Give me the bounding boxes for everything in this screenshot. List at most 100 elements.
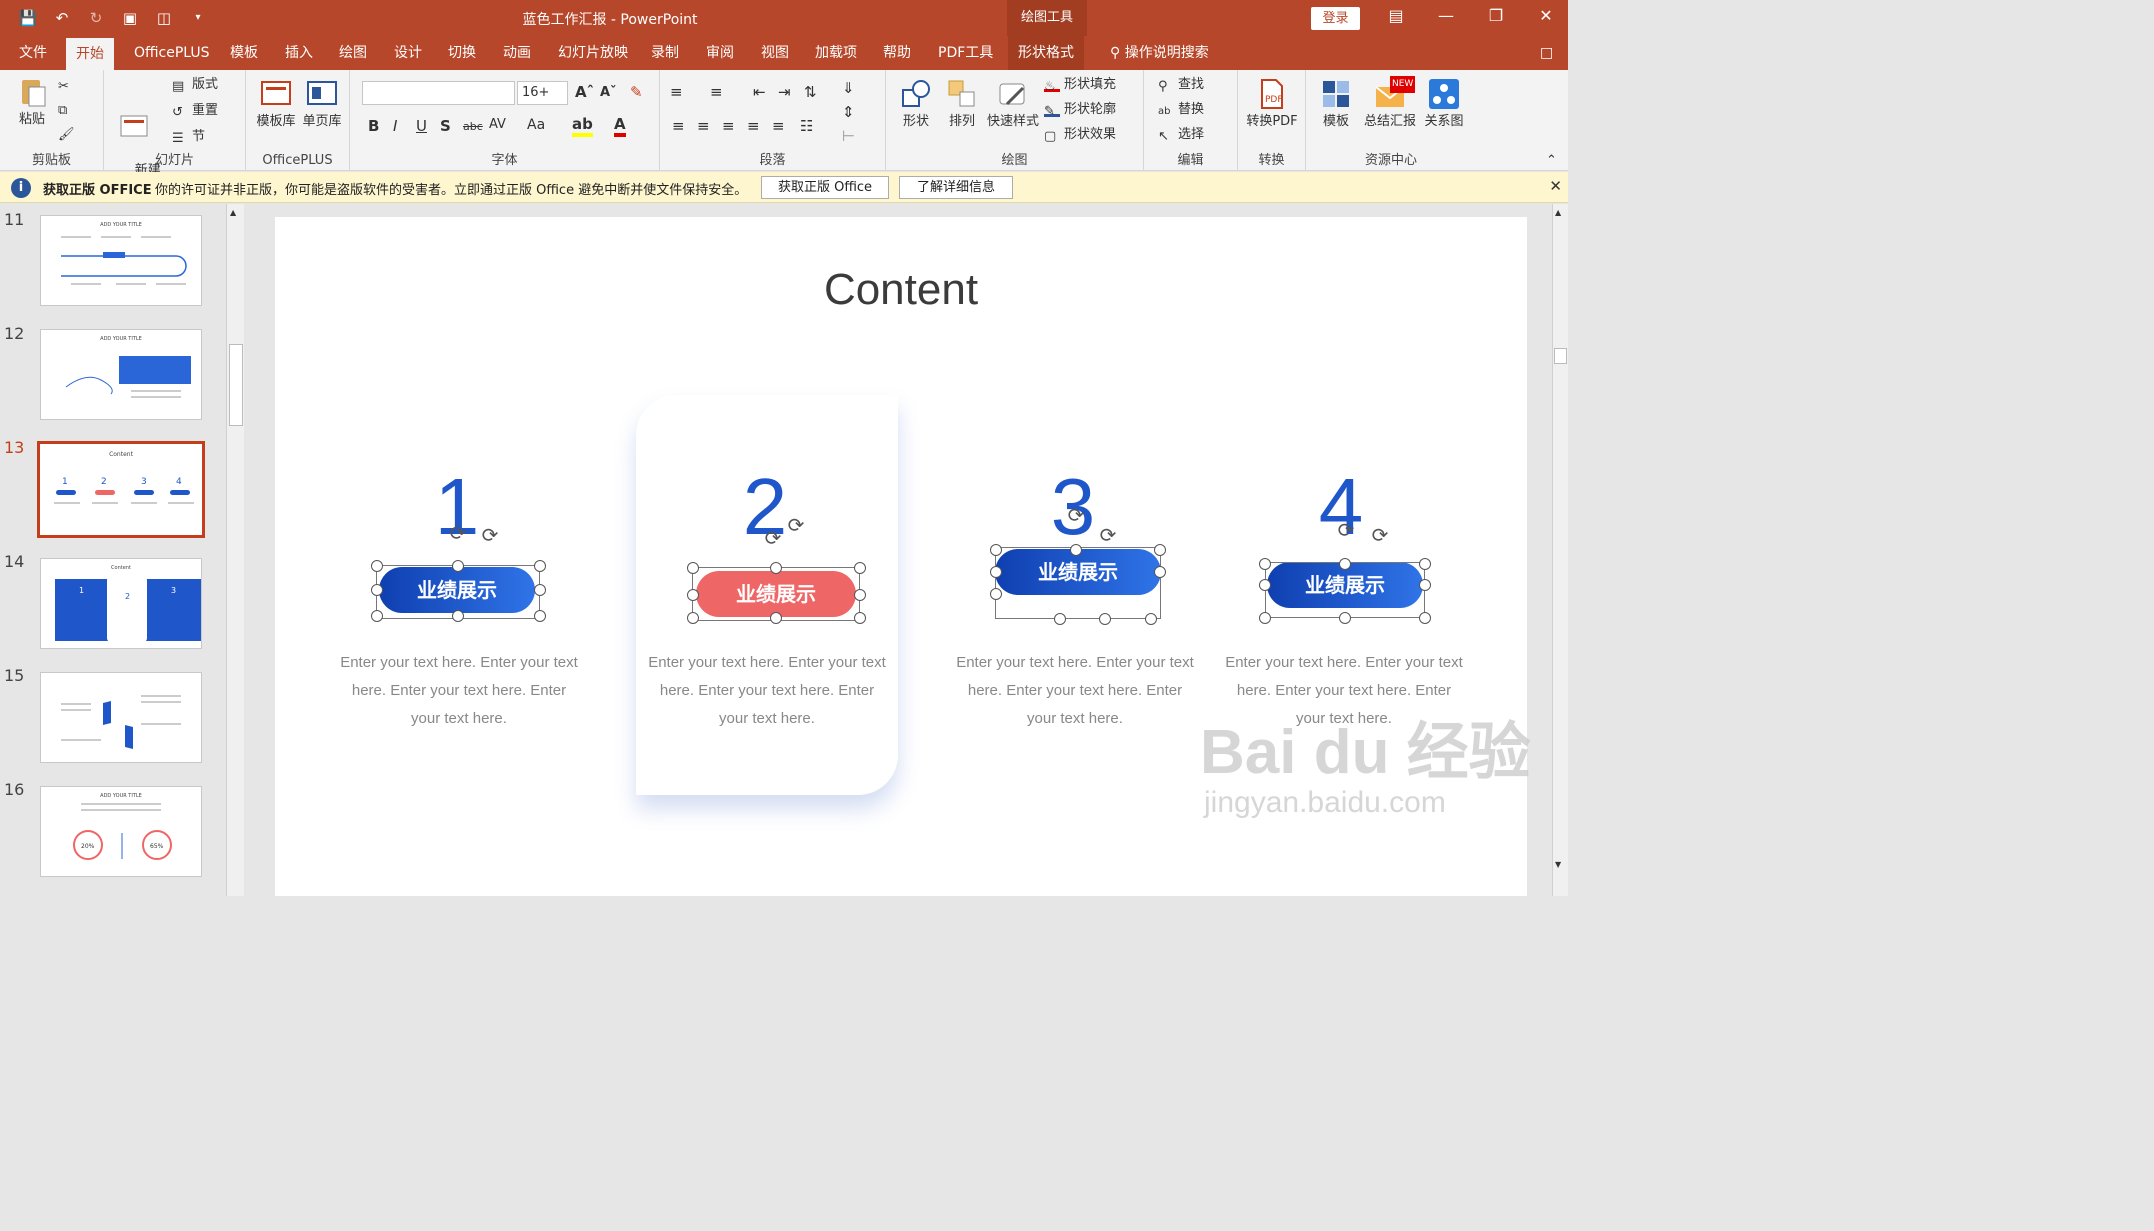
slide-scrollbar[interactable]: ▲ ▼	[1552, 204, 1568, 896]
resize-handle[interactable]	[452, 610, 464, 622]
smartart-icon[interactable]: ⊢	[842, 127, 855, 145]
tab-record[interactable]: 录制	[641, 36, 689, 70]
italic-icon[interactable]: I	[393, 117, 397, 135]
replace-button[interactable]: ab 替换	[1158, 101, 1204, 119]
arrange-button[interactable]: 排列	[940, 78, 984, 130]
text-direction-icon[interactable]: ⇓	[842, 79, 855, 97]
copy-icon[interactable]: ⧉	[58, 102, 67, 120]
resize-handle[interactable]	[1339, 612, 1351, 624]
tab-shape-format[interactable]: 形状格式	[1008, 36, 1084, 70]
slide-thumbnail-16[interactable]: ADD YOUR TITLE 20% 65%	[40, 786, 202, 877]
resize-handle[interactable]	[854, 562, 866, 574]
increase-indent-icon[interactable]: ⇥	[778, 83, 791, 101]
slide-title[interactable]: Content	[275, 265, 1527, 315]
decrease-indent-icon[interactable]: ⇤	[753, 83, 766, 101]
font-color-icon[interactable]: A	[614, 115, 626, 137]
slide-thumbnail-15[interactable]	[40, 672, 202, 763]
justify-icon[interactable]: ≡	[747, 117, 760, 135]
slide-thumbnail-12[interactable]: ADD YOUR TITLE	[40, 329, 202, 420]
change-case-icon[interactable]: Aa	[527, 117, 545, 133]
cut-icon[interactable]: ✂	[58, 78, 69, 96]
close-message-icon[interactable]: ✕	[1549, 177, 1562, 195]
font-size-combo[interactable]: 16+	[517, 81, 568, 105]
resize-handle[interactable]	[770, 562, 782, 574]
scroll-down-icon[interactable]: ▼	[1555, 860, 1561, 869]
thumbnail-scrollbar[interactable]: ▲	[226, 204, 244, 896]
tell-me-search[interactable]: ⚲ 操作说明搜索	[1100, 36, 1219, 70]
resize-handle[interactable]	[854, 612, 866, 624]
convert-pdf-button[interactable]: PDF 转换PDF	[1244, 78, 1300, 130]
resize-handle[interactable]	[534, 610, 546, 622]
resize-handle[interactable]	[687, 612, 699, 624]
resize-handle[interactable]	[687, 589, 699, 601]
resize-handle[interactable]	[990, 544, 1002, 556]
select-button[interactable]: ↖ 选择	[1158, 126, 1204, 144]
get-genuine-button[interactable]: 获取正版 Office	[761, 176, 889, 199]
shadow-icon[interactable]: S	[440, 117, 451, 135]
tab-help[interactable]: 帮助	[873, 36, 921, 70]
resize-handle[interactable]	[371, 560, 383, 572]
quick-styles-button[interactable]: 快速样式	[986, 78, 1040, 130]
minimize-icon[interactable]: —	[1434, 6, 1458, 25]
rotate-handle-icon[interactable]: ⟳	[1065, 504, 1087, 526]
resize-handle[interactable]	[1145, 613, 1157, 625]
collapse-ribbon-icon[interactable]: ⌃	[1546, 152, 1557, 170]
slide-thumbnail-11[interactable]: ADD YOUR TITLE	[40, 215, 202, 306]
highlight-icon[interactable]: ab	[572, 115, 593, 137]
resize-handle[interactable]	[1099, 613, 1111, 625]
bold-icon[interactable]: B	[368, 117, 379, 135]
shape-fill-button[interactable]: ♨ 形状填充	[1044, 76, 1116, 94]
template-button[interactable]: 模板	[1314, 78, 1358, 130]
resize-handle[interactable]	[1419, 558, 1431, 570]
comments-icon[interactable]: □	[1530, 36, 1563, 70]
summary-report-button[interactable]: NEW 总结汇报	[1362, 76, 1418, 130]
slide-thumbnail-14[interactable]: Content 123	[40, 558, 202, 649]
find-button[interactable]: ⚲ 查找	[1158, 76, 1204, 94]
tab-addins[interactable]: 加载项	[805, 36, 867, 70]
underline-icon[interactable]: U	[416, 117, 427, 135]
reset-button[interactable]: ↺ 重置	[172, 102, 218, 120]
distribute-icon[interactable]: ≡	[772, 117, 785, 135]
resize-handle[interactable]	[687, 562, 699, 574]
resize-handle[interactable]	[371, 610, 383, 622]
rotate-handle-icon[interactable]: ⟳	[1335, 519, 1357, 541]
bullets-icon[interactable]: ≡	[670, 83, 683, 101]
resize-handle[interactable]	[1070, 544, 1082, 556]
tab-home[interactable]: 开始	[66, 38, 114, 70]
tab-officeplus[interactable]: OfficePLUS	[124, 36, 220, 70]
tab-insert[interactable]: 插入	[275, 36, 323, 70]
resize-handle[interactable]	[1154, 566, 1166, 578]
slide-scroll-thumb[interactable]	[1554, 348, 1567, 364]
char-spacing-icon[interactable]: AV	[489, 117, 506, 132]
section-button[interactable]: ☰ 节	[172, 128, 205, 146]
align-text-icon[interactable]: ⇕	[842, 103, 855, 121]
clear-format-icon[interactable]: ✎	[630, 83, 643, 101]
rotate-handle-icon[interactable]: ⟳	[1369, 524, 1391, 546]
shape-effect-button[interactable]: ▢ 形状效果	[1044, 126, 1116, 144]
rotate-handle-icon[interactable]: ⟳	[447, 522, 469, 544]
resize-handle[interactable]	[1054, 613, 1066, 625]
tab-design[interactable]: 设计	[384, 36, 432, 70]
resize-handle[interactable]	[1259, 579, 1271, 591]
align-center-icon[interactable]: ≡	[697, 117, 710, 135]
resize-handle[interactable]	[534, 560, 546, 572]
login-button[interactable]: 登录	[1311, 7, 1360, 30]
scroll-up-icon[interactable]: ▲	[230, 208, 236, 217]
resize-handle[interactable]	[1259, 612, 1271, 624]
line-spacing-icon[interactable]: ⇅	[804, 83, 817, 101]
numbering-icon[interactable]: ≡	[710, 83, 723, 101]
close-icon[interactable]: ✕	[1534, 6, 1558, 25]
tab-view[interactable]: 视图	[751, 36, 799, 70]
tab-template[interactable]: 模板	[220, 36, 268, 70]
paste-button[interactable]: 粘贴	[10, 76, 54, 128]
tab-review[interactable]: 审阅	[696, 36, 744, 70]
resize-handle[interactable]	[1339, 558, 1351, 570]
format-painter-icon[interactable]: 🖌	[58, 126, 75, 144]
resize-handle[interactable]	[1419, 612, 1431, 624]
rotate-handle-icon[interactable]: ⟳	[479, 524, 501, 546]
tab-animation[interactable]: 动画	[493, 36, 541, 70]
ribbon-display-icon[interactable]: ▤	[1384, 6, 1408, 25]
resize-handle[interactable]	[770, 612, 782, 624]
resize-handle[interactable]	[1259, 558, 1271, 570]
resize-handle[interactable]	[854, 589, 866, 601]
